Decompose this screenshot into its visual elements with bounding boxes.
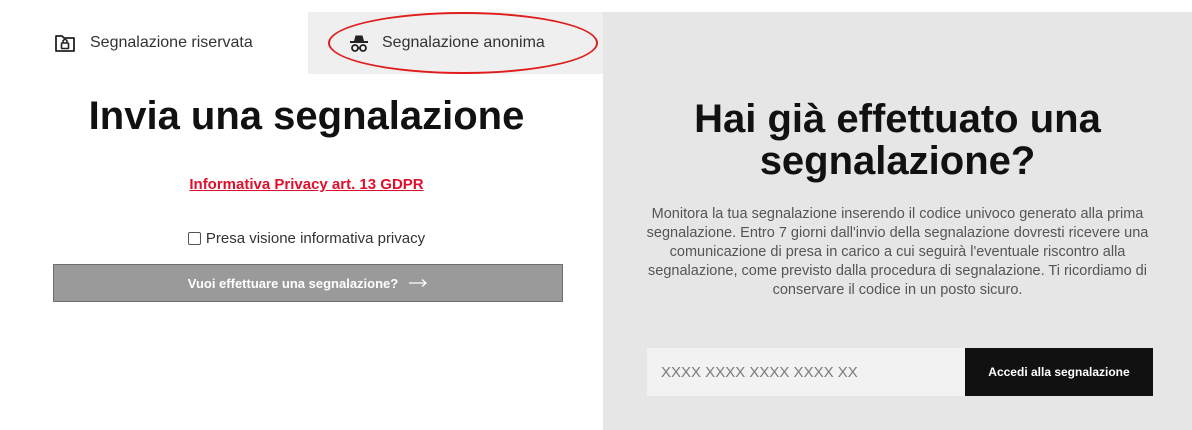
- incognito-icon: [348, 32, 370, 54]
- privacy-consent-label: Presa visione informativa privacy: [205, 230, 426, 247]
- track-report-description: Monitora la tua segnalazione inserendo i…: [646, 206, 1149, 298]
- tab-anonymous-report[interactable]: Segnalazione anonima: [308, 12, 603, 74]
- tab-reserved-report[interactable]: Segnalazione riservata: [10, 12, 308, 74]
- page-title: Invia una segnalazione: [88, 94, 525, 138]
- track-report-panel: Hai già effettuato una segnalazione? Mon…: [603, 12, 1192, 430]
- start-report-label: Vuoi effettuare una segnalazione?: [187, 275, 399, 291]
- lock-folder-icon: [54, 32, 76, 54]
- checkbox-box[interactable]: [187, 232, 201, 245]
- report-panel: Segnalazione riservata Segnalazione anon…: [10, 12, 603, 430]
- tab-anonymous-label: Segnalazione anonima: [382, 34, 545, 51]
- access-report-button[interactable]: Accedi alla segnalazione: [965, 348, 1153, 396]
- privacy-consent-checkbox[interactable]: Presa visione informativa privacy: [10, 230, 603, 247]
- report-code-input[interactable]: [647, 348, 965, 396]
- start-report-button[interactable]: Vuoi effettuare una segnalazione?: [53, 264, 563, 302]
- arrow-right-icon: [408, 278, 428, 288]
- privacy-policy-link[interactable]: Informativa Privacy art. 13 GDPR: [10, 176, 603, 193]
- tab-reserved-label: Segnalazione riservata: [90, 34, 253, 51]
- track-report-title: Hai già effettuato una segnalazione?: [694, 97, 1101, 183]
- tab-bar: Segnalazione riservata Segnalazione anon…: [10, 12, 603, 74]
